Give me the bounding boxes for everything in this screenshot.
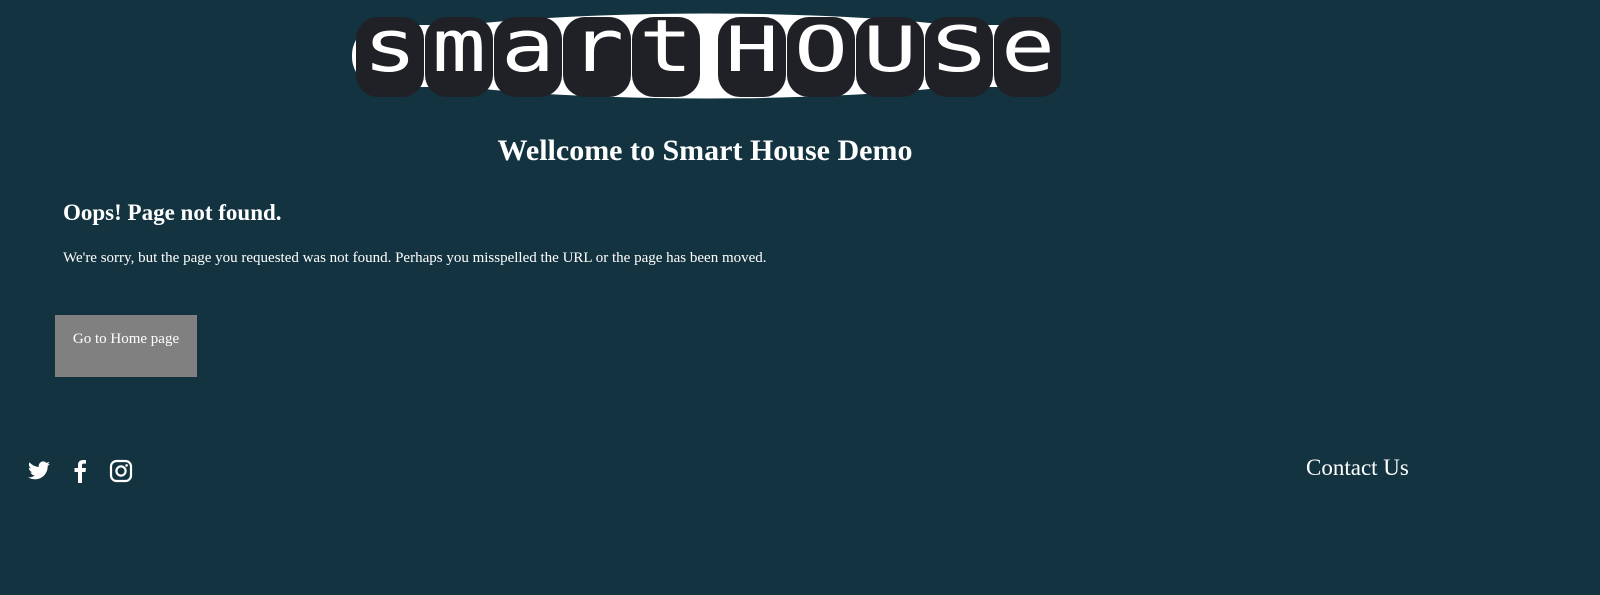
facebook-icon — [74, 460, 86, 483]
twitter-link[interactable] — [27, 459, 51, 483]
go-home-button[interactable]: Go to Home page — [55, 315, 197, 377]
logo-letter: t — [639, 13, 693, 88]
logo-letter: r — [570, 13, 624, 88]
logo-letter: e — [1001, 13, 1055, 88]
logo-letter: H — [725, 13, 779, 86]
logo-letter: S — [932, 13, 986, 86]
smart-house-logo: smartHOUSe — [352, 13, 1061, 99]
page-title: Wellcome to Smart House Demo — [497, 134, 913, 167]
error-heading: Oops! Page not found. — [63, 200, 282, 225]
logo-letter: m — [432, 13, 486, 88]
contact-us-link[interactable]: Contact Us — [1306, 455, 1409, 481]
twitter-icon — [28, 461, 50, 480]
social-links — [27, 459, 133, 483]
error-message: We're sorry, but the page you requested … — [63, 250, 767, 266]
instagram-link[interactable] — [109, 459, 133, 483]
instagram-icon — [109, 459, 133, 483]
logo-letter: U — [863, 13, 917, 86]
logo-letter: s — [363, 13, 417, 88]
facebook-link[interactable] — [68, 459, 92, 483]
logo-letter: O — [794, 13, 848, 86]
logo-letter: a — [501, 13, 555, 88]
